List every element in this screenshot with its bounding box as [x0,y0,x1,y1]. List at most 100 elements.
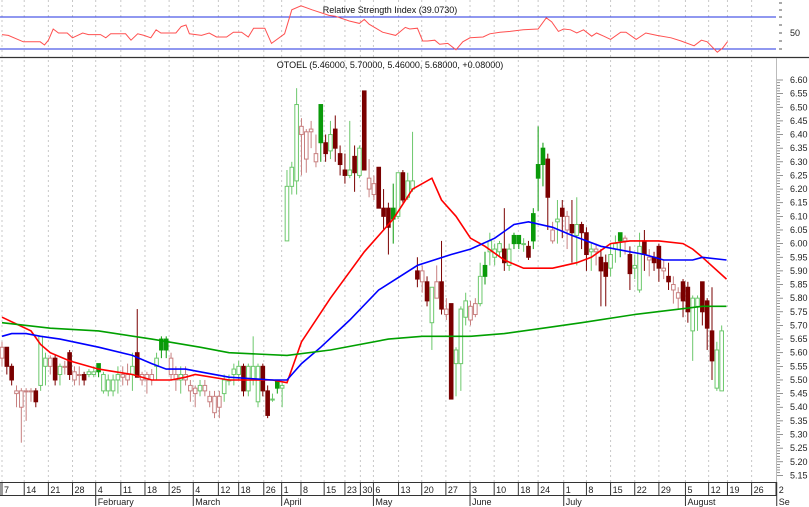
candle-body-down [48,357,53,367]
price-tick-label: 5.85 [790,280,808,290]
candle [134,309,140,378]
candle [270,393,275,402]
candle-body-down [526,245,531,258]
date-tick-label: 8 [303,485,308,495]
candle-body-down [81,374,87,381]
candle-body-down [361,90,367,171]
candle-body-down [448,303,454,400]
candle-body-up [719,330,724,392]
candle-body-down [4,346,10,367]
candle [473,298,478,318]
date-tick-label: 28 [75,485,85,495]
candle-body-up [197,384,203,392]
date-axis-box [0,482,777,496]
candle [323,134,328,162]
candle-body-up [130,365,135,376]
date-tick-label: 15 [326,485,336,495]
date-tick-label: 26 [754,485,764,495]
candle [477,262,483,307]
candle [342,153,348,184]
candle [675,287,681,310]
month-label: August [687,497,716,507]
candle-body-down [415,270,420,280]
candle [526,240,531,260]
date-tick-label: 30 [362,485,372,495]
candle [376,166,382,209]
moving-average-line [1,305,727,357]
month-label: May [375,497,393,507]
price-tick-label: 5.65 [790,334,808,344]
candle [671,276,676,304]
moving-average-line [1,177,728,384]
candle-body-down [366,177,372,190]
candle [646,249,652,277]
candle [564,210,570,250]
candle-body-down [207,395,212,403]
candle [308,120,314,149]
date-tick-label: 5 [687,485,692,495]
date-tick-label: 19 [729,485,739,495]
candle [627,246,633,290]
candle-body-up [328,134,333,152]
price-tick-label: 5.80 [790,293,808,303]
candle-body-up [429,286,435,324]
candle [381,189,386,230]
candle-body-up [236,365,241,376]
candle-body-up [617,232,623,242]
candle-body-down [473,303,478,316]
date-tick-label: 23 [347,485,357,495]
candle [110,374,116,397]
candle [192,385,198,408]
candle [14,385,19,408]
candle-body-down [642,240,647,256]
candle [424,276,430,307]
candle [419,265,425,293]
candle-body-up [695,297,700,307]
candle-body-down [308,128,314,133]
candle-body-down [303,131,309,160]
candle-body-down [72,371,77,381]
candle-body-up [453,349,459,365]
candle [516,234,522,250]
date-tick-label: 22 [637,485,647,495]
candle-body-down [434,281,439,299]
candle [468,300,473,326]
price-tick-label: 6.60 [790,75,808,85]
candle-body-down [313,153,319,163]
candle [255,363,261,408]
candle [33,388,39,408]
candle [207,390,212,408]
price-tick-label: 6.45 [790,116,808,126]
candle [642,229,647,271]
candle-body-down [622,237,628,242]
candle-body-up [231,368,237,376]
candle-body-up [101,374,106,392]
date-tick-label: 11 [123,485,132,495]
date-tick-label: 27 [448,485,458,495]
candle [690,295,695,361]
candle [429,286,435,350]
candle-body-down [381,207,386,217]
candle-body-down [62,365,68,368]
candle-body-down [376,166,382,209]
candle-body-up [347,169,353,176]
date-tick-label: 12 [220,485,230,495]
moving-average-line [1,220,727,381]
price-tick-label: 5.95 [790,252,808,262]
candle [299,118,304,176]
candle-body-up [221,379,227,395]
candle-body-down [120,374,126,378]
date-tick-label: 25 [171,485,181,495]
candle [57,363,63,386]
price-tick-label: 6.30 [790,157,808,167]
date-tick-label: 12 [711,485,721,495]
candle [163,336,169,359]
candle [352,145,357,192]
price-tick-label: 5.50 [790,375,808,385]
candle-body-up [105,379,111,392]
candle-body-up [632,264,638,269]
candle [415,257,420,288]
price-tick-label: 5.35 [790,416,808,426]
candle [48,355,53,375]
candle [371,175,377,200]
